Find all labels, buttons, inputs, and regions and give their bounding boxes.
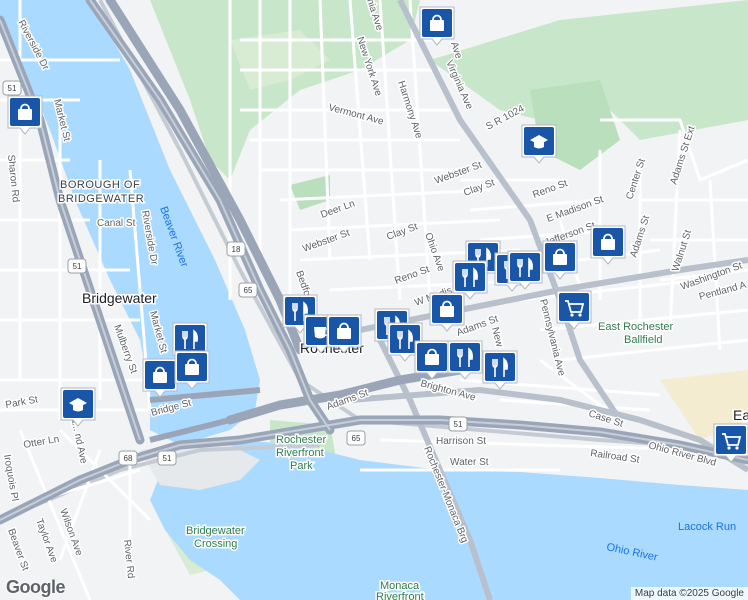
map-pin-shopping[interactable]: [174, 350, 210, 390]
map-pin-cart[interactable]: [713, 423, 748, 463]
map-pin-restaurant[interactable]: [507, 250, 543, 290]
map-canvas[interactable]: 51 51 18 65 65 51 68 51 BOROUGH OF BRIDG…: [0, 0, 748, 600]
map-pin-cart[interactable]: [556, 290, 592, 330]
park-label-ballfield: East Rochester: [598, 321, 674, 333]
map-pin-shopping[interactable]: [429, 292, 465, 332]
park-label-riverfront-3: Park: [290, 460, 313, 472]
route-shield: 51: [448, 416, 468, 432]
svg-text:51: 51: [73, 262, 82, 271]
city-label-east-partial: Ea: [733, 407, 748, 423]
park-label-riverfront: Rochester: [276, 434, 326, 446]
route-shield: 51: [2, 80, 22, 96]
street-label: Water St: [450, 457, 489, 468]
map-pin-shopping[interactable]: [414, 340, 450, 380]
svg-text:18: 18: [232, 245, 241, 254]
map-pin-shopping[interactable]: [7, 95, 43, 135]
park-label-monaca-2: Riverfront: [376, 591, 424, 600]
map-pin-restaurant[interactable]: [482, 350, 518, 390]
park-label-ballfield-2: Ballfield: [624, 334, 663, 346]
route-shield: 51: [67, 258, 87, 274]
route-shield: 65: [346, 430, 366, 446]
park-label-riverfront-2: Riverfront: [276, 447, 324, 459]
map-pin-shopping[interactable]: [542, 240, 578, 280]
street-label: Harrison St: [436, 436, 486, 447]
route-shield: 51: [157, 450, 177, 466]
street-label: Canal St: [97, 218, 136, 229]
city-label-bridgewater: Bridgewater: [82, 290, 157, 306]
map-pin-school[interactable]: [521, 124, 557, 164]
map-pin-shopping[interactable]: [142, 358, 178, 398]
svg-text:51: 51: [454, 420, 463, 429]
map-pin-shopping[interactable]: [419, 6, 455, 46]
water-label-lacock: Lacock Run: [678, 521, 736, 533]
svg-text:51: 51: [163, 454, 172, 463]
svg-text:51: 51: [8, 84, 17, 93]
route-shield: 18: [226, 241, 246, 257]
borough-label: BOROUGH OF: [60, 179, 140, 191]
route-shield: 68: [118, 450, 138, 466]
svg-text:65: 65: [244, 286, 253, 295]
map-attribution[interactable]: Map data ©2025 Google: [630, 587, 748, 600]
route-shield: 65: [238, 282, 258, 298]
park-label-crossing-2: Crossing: [194, 538, 237, 550]
google-logo: Google: [6, 577, 66, 597]
map-pin-school[interactable]: [60, 387, 96, 427]
svg-text:65: 65: [352, 434, 361, 443]
svg-text:68: 68: [124, 454, 133, 463]
park-label-crossing: Bridgewater: [186, 525, 245, 537]
borough-label-2: BRIDGEWATER: [58, 193, 144, 205]
map-pin-restaurant[interactable]: [447, 340, 483, 380]
map-pin-shopping[interactable]: [590, 225, 626, 265]
map-pin-shopping[interactable]: [326, 314, 362, 354]
